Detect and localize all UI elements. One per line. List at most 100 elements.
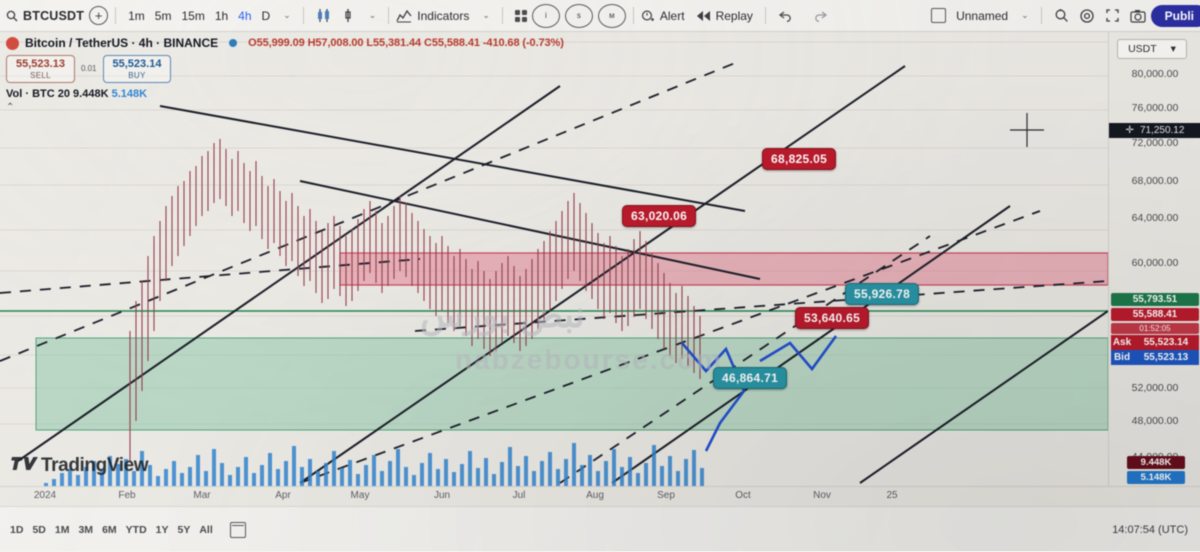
info-button[interactable]: i xyxy=(531,3,560,28)
high-price-label: 55,793.51 xyxy=(1111,293,1199,306)
volume-value-1: 9.448K xyxy=(73,87,109,100)
range-all[interactable]: All xyxy=(199,524,212,536)
price-tick-72000: 72,000.00 xyxy=(1131,137,1179,149)
range-5y[interactable]: 5Y xyxy=(178,524,191,536)
time-tick-2024: 2024 xyxy=(33,490,57,501)
layout-tools-group: i s м xyxy=(510,0,626,31)
volume-value-2: 5.148K xyxy=(111,87,148,100)
currency-selector[interactable]: USDT ▾ xyxy=(1117,39,1187,59)
calendar-icon[interactable] xyxy=(229,521,246,538)
ask-value: 55,523.14 xyxy=(1133,335,1199,350)
time-scale[interactable]: 2024 Feb Mar Apr May Jun Jul Aug Sep Oct… xyxy=(0,486,1200,507)
time-tick-aug: Aug xyxy=(586,490,604,501)
price-tick-52000: 52,000.00 xyxy=(1131,382,1179,394)
magnet-button[interactable]: м xyxy=(597,3,626,28)
chevron-down-icon[interactable]: ⌄ xyxy=(364,7,382,24)
ask-row: Ask 55,523.14 xyxy=(1111,335,1199,350)
alert-clock-icon[interactable] xyxy=(641,9,655,23)
chevron-down-icon[interactable]: ⌄ xyxy=(1016,7,1034,24)
range-3m[interactable]: 3M xyxy=(78,524,93,536)
price-tick-76000: 76,000.00 xyxy=(1131,102,1179,114)
range-5d[interactable]: 5D xyxy=(32,524,45,536)
chart-style-group: ⌄ xyxy=(311,0,382,31)
interval-1h[interactable]: 1h xyxy=(210,6,233,26)
interval-5m[interactable]: 5m xyxy=(150,6,177,26)
fullscreen-icon[interactable] xyxy=(1100,5,1125,26)
divider xyxy=(764,7,766,24)
clock-label[interactable]: 14:07:54 (UTC) xyxy=(1112,524,1188,536)
interval-1m[interactable]: 1m xyxy=(123,6,150,26)
range-1m[interactable]: 1M xyxy=(55,524,70,536)
indicators-group: Indicators ⌄ xyxy=(396,0,495,31)
price-tick-64000: 64,000.00 xyxy=(1131,212,1179,224)
buy-price: 55,523.14 xyxy=(112,58,162,70)
interval-d[interactable]: D xyxy=(257,6,276,26)
search-icon[interactable] xyxy=(6,10,18,22)
undo-icon[interactable] xyxy=(773,7,798,25)
last-price-label: 55,588.41 xyxy=(1111,308,1199,321)
price-tick-80000: 80,000.00 xyxy=(1131,68,1179,80)
indicators-icon[interactable] xyxy=(396,9,412,23)
redo-icon[interactable] xyxy=(808,7,833,25)
range-6m[interactable]: 6M xyxy=(102,524,117,536)
sell-button[interactable]: 55,523.13 SELL xyxy=(6,55,75,83)
camera-icon[interactable] xyxy=(1125,6,1151,26)
chevron-down-icon[interactable]: ⌄ xyxy=(477,7,495,24)
tag-46864[interactable]: 46,864.71 xyxy=(713,367,788,389)
layout-name-label[interactable]: Unnamed xyxy=(951,6,1013,26)
volume-legend[interactable]: Vol · BTC 20 9.448K 5.148K xyxy=(6,88,564,100)
last-price-timer: 01:52:05 xyxy=(1111,323,1199,334)
history-group xyxy=(773,0,833,31)
grid-icon[interactable] xyxy=(510,7,532,25)
support-zone xyxy=(35,337,1108,431)
price-scale[interactable]: USDT ▾ 80,000.00 76,000.00 72,000.00 68,… xyxy=(1108,31,1200,510)
indicators-label[interactable]: Indicators xyxy=(412,6,474,26)
divider xyxy=(632,7,634,24)
tag-53640[interactable]: 53,640.65 xyxy=(795,307,870,329)
price-tick-68000: 68,000.00 xyxy=(1131,175,1179,187)
sell-price: 55,523.13 xyxy=(16,58,65,70)
time-tick-oct: Oct xyxy=(735,490,751,501)
add-symbol-icon[interactable]: + xyxy=(89,6,109,25)
time-tick-apr: Apr xyxy=(275,490,291,501)
currency-label: USDT xyxy=(1128,43,1157,55)
time-tick-feb: Feb xyxy=(118,490,136,501)
range-1y[interactable]: 1Y xyxy=(156,524,169,536)
interval-15m[interactable]: 15m xyxy=(176,6,209,26)
top-toolbar: BTCUSDT + 1m 5m 15m 1h 4h D ⌄ ⌄ Indicato… xyxy=(0,0,1200,32)
symbol-group: BTCUSDT + xyxy=(0,0,109,31)
crosshair-price-value: 71,250.12 xyxy=(1139,125,1185,136)
tag-63020[interactable]: 63,020.06 xyxy=(622,205,697,227)
replay-icon[interactable] xyxy=(696,10,711,22)
buy-sell-panel: 55,523.13 SELL 0.01 55,523.14 BUY xyxy=(6,55,564,83)
chevron-up-icon[interactable]: ⌃ xyxy=(6,102,564,113)
symbol-label[interactable]: BTCUSDT xyxy=(18,6,89,26)
bid-value: 55,523.13 xyxy=(1133,350,1199,365)
legend-title[interactable]: Bitcoin / TetherUS · 4h · BINANCE xyxy=(25,36,218,50)
legend-ohlc: O55,999.09 H57,008.00 L55,381.44 C55,588… xyxy=(248,37,564,49)
alert-group: Alert Replay xyxy=(641,0,758,31)
publish-button[interactable]: Publi xyxy=(1150,4,1200,27)
chevron-down-icon[interactable]: ⌄ xyxy=(278,7,296,24)
volume-title: Vol · BTC 20 xyxy=(6,87,70,100)
time-tick-sep: Sep xyxy=(657,490,675,501)
gear-icon[interactable] xyxy=(1074,5,1100,27)
tag-55926[interactable]: 55,926.78 xyxy=(845,283,920,305)
bar-icon[interactable] xyxy=(336,5,361,26)
tag-68825[interactable]: 68,825.05 xyxy=(762,148,837,170)
magnifier-gear-icon[interactable] xyxy=(1049,5,1074,26)
range-ytd[interactable]: YTD xyxy=(126,524,147,536)
buy-button[interactable]: 55,523.14 BUY xyxy=(102,55,172,83)
checkbox-icon[interactable] xyxy=(931,8,947,23)
interval-4h[interactable]: 4h xyxy=(233,6,256,26)
sync-button[interactable]: s xyxy=(564,3,593,28)
range-1d[interactable]: 1D xyxy=(10,524,23,536)
volume-chip-2: 5.148K xyxy=(1127,471,1185,484)
alert-label[interactable]: Alert xyxy=(655,6,690,26)
candles-icon[interactable] xyxy=(311,5,336,26)
bid-tag: Bid xyxy=(1111,350,1133,365)
right-tools-group: Unnamed ⌄ Publi xyxy=(931,0,1200,31)
replay-label[interactable]: Replay xyxy=(711,6,758,26)
volume-chip-1: 9.448K xyxy=(1127,456,1185,469)
tradingview-label: TradingView xyxy=(41,455,149,476)
